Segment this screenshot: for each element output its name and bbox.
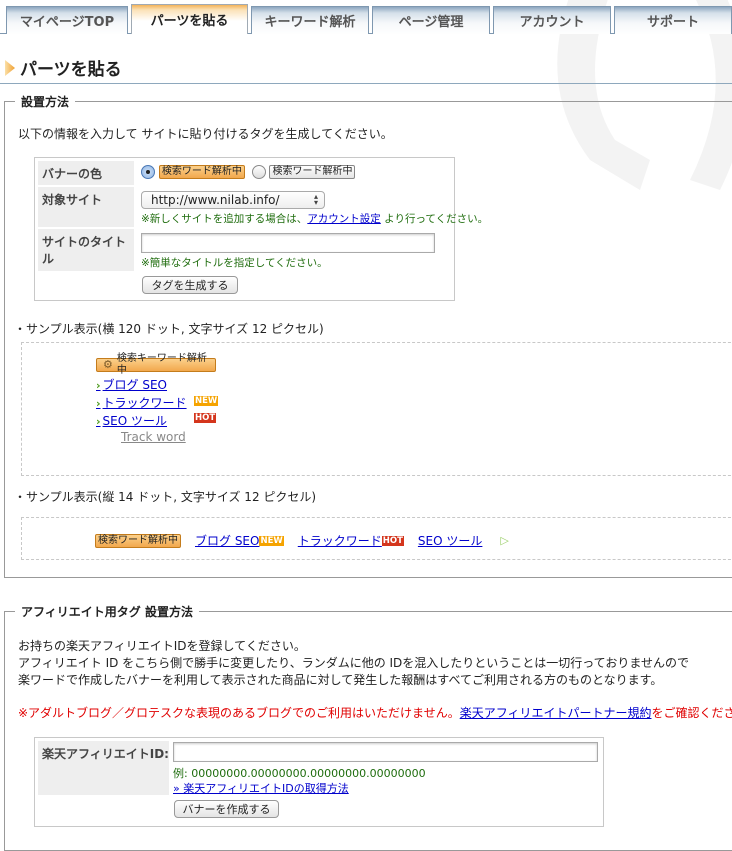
- banner-color-radio-orange[interactable]: [141, 164, 155, 179]
- sample-link-seo-tool[interactable]: SEO ツール: [418, 532, 482, 549]
- target-site-label: 対象サイト: [38, 187, 134, 227]
- tab-paste-parts[interactable]: パーツを貼る: [131, 4, 248, 34]
- banner-sample-gray: 検索ワード解析中: [269, 164, 356, 179]
- warning-text: をご確認ください: [651, 706, 732, 720]
- affiliate-line: お持ちの楽天アフィリエイトIDを登録してください。: [18, 639, 306, 653]
- sample-horizontal-banner[interactable]: 検索ワード解析中: [95, 533, 181, 548]
- tab-label: ページ管理: [398, 15, 464, 30]
- banner-text: 検索キーワード解析中: [116, 353, 207, 376]
- gear-icon: ⚙: [103, 358, 113, 371]
- new-badge: NEW: [259, 535, 284, 546]
- sample-link-seo-tool[interactable]: › SEO ツール: [96, 412, 167, 429]
- title-arrow-icon: [5, 59, 15, 76]
- generate-tag-button[interactable]: タグを生成する: [142, 276, 238, 294]
- new-badge: NEW: [194, 396, 219, 406]
- sample-link-blog-seo[interactable]: ブログ SEO: [195, 532, 259, 549]
- link-text: トラックワード: [102, 396, 187, 410]
- play-arrow-icon[interactable]: ▷: [500, 534, 508, 547]
- tab-page-management[interactable]: ページ管理: [372, 6, 490, 34]
- sample-horizontal-heading: ・サンプル表示(縦 14 ドット, 文字サイズ 12 ピクセル): [14, 490, 317, 504]
- hot-badge: HOT: [381, 535, 404, 546]
- hot-badge: HOT: [194, 413, 217, 423]
- setup-intro: 以下の情報を入力して サイトに貼り付けるタグを生成してください。: [18, 127, 393, 141]
- affiliate-description: お持ちの楽天アフィリエイトIDを登録してください。 アフィリエイト ID をこち…: [18, 638, 689, 689]
- affiliate-line: 楽ワードで作成したバナーを利用して表示された商品に対して発生した報酬はすべてご利…: [18, 673, 663, 687]
- tab-account[interactable]: アカウント: [493, 6, 611, 34]
- page-title: パーツを貼る: [4, 55, 122, 80]
- chevron-right-icon: ›: [96, 415, 101, 428]
- setup-legend: 設置方法: [15, 93, 76, 110]
- sample-link-blog-seo[interactable]: › ブログ SEO: [96, 376, 167, 393]
- sample-vertical-heading: ・サンプル表示(横 120 ドット, 文字サイズ 12 ピクセル): [14, 322, 324, 336]
- banner-color-label: バナーの色: [38, 161, 134, 185]
- account-settings-link[interactable]: アカウント設定: [307, 213, 381, 225]
- create-banner-button[interactable]: バナーを作成する: [174, 800, 279, 818]
- affiliate-legend: アフィリエイト用タグ 設置方法: [15, 603, 199, 620]
- chevron-right-icon: ›: [96, 397, 101, 410]
- partner-terms-link[interactable]: 楽天アフィリエイトパートナー規約: [460, 706, 652, 720]
- sample-vertical-banner[interactable]: ⚙ 検索キーワード解析中: [96, 353, 216, 376]
- target-site-value: http://www.nilab.info/: [151, 193, 280, 207]
- link-text: SEO ツール: [102, 414, 168, 428]
- tab-label: サポート: [646, 15, 699, 30]
- sample-horizontal-box: 検索ワード解析中 ブログ SEO NEW トラックワード HOT SEO ツール…: [21, 517, 732, 560]
- note-text: ※新しくサイトを追加する場合は、: [141, 213, 308, 225]
- title-divider: [0, 83, 732, 84]
- sample-link-trackword[interactable]: トラックワード: [298, 532, 382, 549]
- target-site-select[interactable]: http://www.nilab.info/ ▴ ▾: [141, 191, 325, 209]
- affiliate-id-example: 例: 00000000.00000000.00000000.00000000: [173, 767, 426, 780]
- sample-link-trackword[interactable]: › トラックワード: [96, 394, 187, 411]
- page-title-text: パーツを貼る: [20, 60, 122, 80]
- warning-text: ※アダルトブログ／グロテスクな表現のあるブログでのご利用はいただけません。: [18, 706, 460, 720]
- link-text: ブログ SEO: [102, 378, 168, 392]
- main-tabs: マイページTOP パーツを貼る キーワード解析 ページ管理 アカウント サポート: [0, 0, 732, 34]
- tab-keyword-analysis[interactable]: キーワード解析: [251, 6, 369, 34]
- target-site-note: ※新しくサイトを追加する場合は、アカウント設定 より行ってください。: [141, 211, 488, 226]
- affiliate-form: 楽天アフィリエイトID: 例: 00000000.00000000.000000…: [34, 737, 604, 827]
- site-title-input[interactable]: [141, 233, 435, 253]
- tab-support[interactable]: サポート: [614, 6, 732, 34]
- chevron-right-icon: ›: [96, 379, 101, 392]
- tab-label: アカウント: [519, 15, 585, 30]
- site-title-note: ※簡単なタイトルを指定してください。: [141, 257, 328, 269]
- affiliate-id-howto-link[interactable]: » 楽天アフィリエイトIDの取得方法: [173, 780, 349, 796]
- sample-horizontal-row: 検索ワード解析中 ブログ SEO NEW トラックワード HOT SEO ツール…: [95, 532, 509, 549]
- banner-color-options: 検索ワード解析中 検索ワード解析中: [141, 164, 356, 179]
- select-arrows-icon: ▴ ▾: [313, 192, 318, 207]
- tab-label: キーワード解析: [264, 15, 356, 30]
- sample-vertical-box: ⚙ 検索キーワード解析中 › ブログ SEO › トラックワード NEW › SEO …: [21, 342, 732, 476]
- affiliate-id-label: 楽天アフィリエイトID:: [38, 741, 169, 795]
- tab-label: マイページTOP: [19, 15, 115, 30]
- note-text: より行ってください。: [380, 213, 489, 225]
- tab-label: パーツを貼る: [150, 14, 229, 29]
- affiliate-fieldset: アフィリエイト用タグ 設置方法 お持ちの楽天アフィリエイトIDを登録してください…: [4, 603, 732, 851]
- affiliate-warning: ※アダルトブログ／グロテスクな表現のあるブログでのご利用はいただけません。楽天ア…: [18, 704, 732, 721]
- banner-sample-orange: 検索ワード解析中: [158, 164, 245, 179]
- track-word-link[interactable]: Track word: [121, 430, 186, 444]
- affiliate-id-input[interactable]: [173, 742, 598, 762]
- banner-color-radio-gray[interactable]: [251, 164, 266, 179]
- tag-settings-form: バナーの色 検索ワード解析中 検索ワード解析中 対象サイト http://www…: [34, 157, 488, 301]
- site-title-label: サイトのタイトル: [38, 229, 134, 271]
- affiliate-line: アフィリエイト ID をこちら側で勝手に変更したり、ランダムに他の IDを混入し…: [18, 656, 689, 670]
- tab-mypage-top[interactable]: マイページTOP: [6, 6, 128, 34]
- setup-fieldset: 設置方法 以下の情報を入力して サイトに貼り付けるタグを生成してください。 バナ…: [4, 93, 732, 578]
